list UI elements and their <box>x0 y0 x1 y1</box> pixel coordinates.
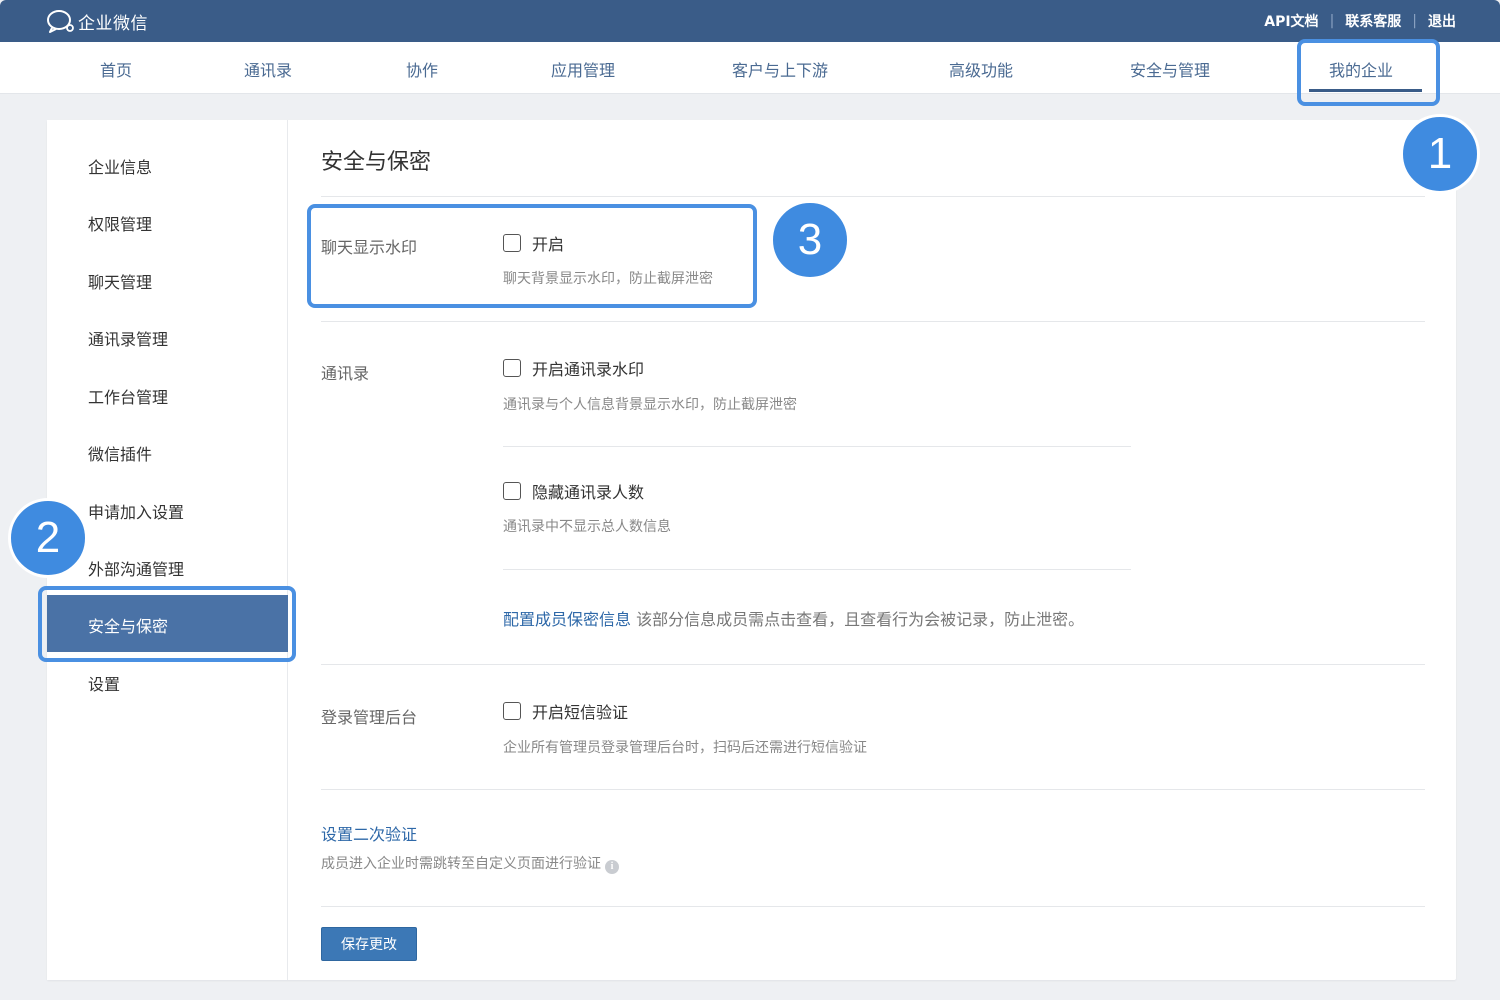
divider <box>321 321 1425 322</box>
sidebar-item-join-settings[interactable]: 申请加入设置 <box>88 499 184 523</box>
divider: | <box>1412 13 1417 29</box>
divider <box>321 664 1425 665</box>
hide-contacts-count-label: 隐藏通讯录人数 <box>532 483 645 502</box>
hide-contacts-count-checkbox[interactable] <box>503 482 521 500</box>
divider <box>503 446 1131 447</box>
wecom-logo-icon <box>46 9 76 33</box>
save-button[interactable]: 保存更改 <box>321 927 417 961</box>
nav-contacts[interactable]: 通讯录 <box>244 57 292 81</box>
logout-link[interactable]: 退出 <box>1428 11 1456 31</box>
app-name: 企业微信 <box>78 13 148 34</box>
second-verify-link[interactable]: 设置二次验证 <box>321 821 417 845</box>
step-badge-1: 1 <box>1400 114 1480 194</box>
sidebar-item-enterprise-info[interactable]: 企业信息 <box>88 154 152 178</box>
page-title: 安全与保密 <box>321 150 432 175</box>
hide-contacts-count-desc: 通讯录中不显示总人数信息 <box>503 519 671 535</box>
app-logo[interactable]: 企业微信 <box>46 9 148 34</box>
sidebar-item-contacts[interactable]: 通讯录管理 <box>88 326 168 350</box>
sidebar-item-wechat-plugin[interactable]: 微信插件 <box>88 441 152 465</box>
highlight-chat-watermark <box>307 204 757 308</box>
admin-login-label: 登录管理后台 <box>321 708 418 727</box>
second-verify-desc-row: 成员进入企业时需跳转至自定义页面进行验证 i <box>321 853 619 874</box>
divider <box>321 196 1425 197</box>
nav-home[interactable]: 首页 <box>100 57 132 81</box>
divider <box>321 789 1425 790</box>
sidebar-item-settings[interactable]: 设置 <box>88 671 120 695</box>
highlight-my-enterprise <box>1297 39 1440 106</box>
sidebar-item-permissions[interactable]: 权限管理 <box>88 211 152 235</box>
contacts-watermark-label: 开启通讯录水印 <box>532 360 645 379</box>
sms-verify-option[interactable]: 开启短信验证 <box>503 699 628 723</box>
nav-security-management[interactable]: 安全与管理 <box>1130 57 1210 81</box>
second-verify-desc: 成员进入企业时需跳转至自定义页面进行验证 <box>321 856 601 872</box>
sms-verify-checkbox[interactable] <box>503 702 521 720</box>
hide-contacts-count-option[interactable]: 隐藏通讯录人数 <box>503 479 644 503</box>
config-secret-row: 配置成员保密信息 该部分信息成员需点击查看，且查看行为会被记录，防止泄密。 <box>503 606 1084 630</box>
config-member-secret-desc: 该部分信息成员需点击查看，且查看行为会被记录，防止泄密。 <box>636 610 1085 629</box>
sidebar-item-workbench[interactable]: 工作台管理 <box>88 384 168 408</box>
highlight-security-sidebar <box>38 586 296 662</box>
divider: | <box>1329 13 1335 29</box>
nav-app-management[interactable]: 应用管理 <box>551 57 615 81</box>
contacts-section-label: 通讯录 <box>321 364 370 383</box>
divider <box>503 569 1131 570</box>
top-links: API文档 | 联系客服 | 退出 <box>1264 11 1456 31</box>
config-member-secret-link[interactable]: 配置成员保密信息 <box>503 610 631 629</box>
sidebar-item-chat[interactable]: 聊天管理 <box>88 269 152 293</box>
info-icon[interactable]: i <box>605 860 619 874</box>
contact-support-link[interactable]: 联系客服 <box>1345 11 1401 31</box>
main-nav: 首页 通讯录 协作 应用管理 客户与上下游 高级功能 安全与管理 我的企业 <box>0 42 1500 94</box>
sms-verify-label: 开启短信验证 <box>532 703 629 722</box>
step-badge-2: 2 <box>8 498 88 578</box>
contacts-watermark-checkbox[interactable] <box>503 359 521 377</box>
sms-verify-desc: 企业所有管理员登录管理后台时，扫码后还需进行短信验证 <box>503 740 867 756</box>
contacts-watermark-desc: 通讯录与个人信息背景显示水印，防止截屏泄密 <box>503 397 797 413</box>
divider <box>321 906 1425 907</box>
step-badge-3: 3 <box>770 200 850 280</box>
sidebar-item-external[interactable]: 外部沟通管理 <box>88 556 184 580</box>
contacts-watermark-option[interactable]: 开启通讯录水印 <box>503 356 644 380</box>
top-bar: 企业微信 API文档 | 联系客服 | 退出 <box>0 0 1500 42</box>
nav-advanced[interactable]: 高级功能 <box>949 57 1013 81</box>
nav-customers[interactable]: 客户与上下游 <box>732 57 828 81</box>
api-docs-link[interactable]: API文档 <box>1264 11 1318 31</box>
nav-collaboration[interactable]: 协作 <box>406 57 438 81</box>
